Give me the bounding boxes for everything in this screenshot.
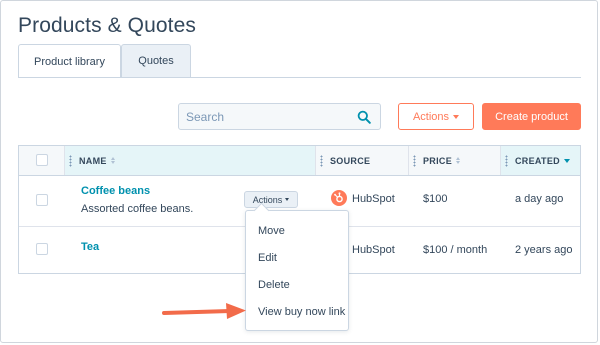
create-product-button[interactable]: Create product <box>482 103 581 130</box>
tab-product-library[interactable]: Product library <box>18 44 121 78</box>
row-checkbox[interactable] <box>36 194 48 206</box>
menu-item-view-buy-now-link[interactable]: View buy now link <box>258 306 345 318</box>
tabs-divider <box>18 77 581 78</box>
page-title: Products & Quotes <box>18 14 196 37</box>
orange-arrow-icon <box>162 303 246 319</box>
table-header: NAME SOURCE PRICE CREATED <box>19 146 580 176</box>
hubspot-logo-icon <box>331 190 347 206</box>
product-created: a day ago <box>515 193 564 205</box>
caret-down-icon <box>453 114 460 119</box>
column-header-created[interactable]: CREATED <box>505 146 570 175</box>
product-price: $100 / month <box>423 244 488 256</box>
menu-item-move[interactable]: Move <box>258 225 285 237</box>
column-divider <box>408 146 409 175</box>
column-divider <box>500 146 501 175</box>
column-header-source[interactable]: SOURCE <box>320 146 370 175</box>
product-created: 2 years ago <box>515 244 573 256</box>
product-price: $100 <box>423 193 448 205</box>
sort-descending-icon <box>563 158 570 163</box>
row-actions-dropdown: Move Edit Delete View buy now link <box>245 202 349 331</box>
drag-handle-icon[interactable] <box>413 154 416 167</box>
row-checkbox[interactable] <box>36 243 48 255</box>
tab-quotes[interactable]: Quotes <box>121 44 191 77</box>
product-source: HubSpot <box>352 244 395 256</box>
drag-handle-icon[interactable] <box>320 154 323 167</box>
product-source: HubSpot <box>352 193 395 205</box>
column-divider <box>315 146 316 175</box>
column-label-source: SOURCE <box>330 155 371 166</box>
sort-icon <box>456 157 461 164</box>
caret-down-icon <box>285 198 290 201</box>
column-divider <box>64 146 65 175</box>
search-box[interactable] <box>178 103 381 130</box>
column-label-created: CREATED <box>515 155 560 166</box>
sort-icon <box>110 157 115 164</box>
select-all-checkbox[interactable] <box>36 154 48 166</box>
column-header-name[interactable]: NAME <box>69 146 115 175</box>
column-label-price: PRICE <box>423 155 453 166</box>
menu-item-edit[interactable]: Edit <box>258 252 277 264</box>
product-name-link[interactable]: Tea <box>81 241 99 253</box>
search-input[interactable] <box>179 104 356 129</box>
menu-item-delete[interactable]: Delete <box>258 279 290 291</box>
column-header-price[interactable]: PRICE <box>413 146 461 175</box>
column-label-name: NAME <box>79 155 107 166</box>
actions-button-label: Actions <box>412 110 450 123</box>
actions-button[interactable]: Actions <box>398 103 474 130</box>
search-icon[interactable] <box>357 110 371 124</box>
row-actions-label: Actions <box>252 194 283 205</box>
product-description: Assorted coffee beans. <box>81 203 194 215</box>
drag-handle-icon[interactable] <box>505 154 508 167</box>
product-name-link[interactable]: Coffee beans <box>81 185 150 197</box>
drag-handle-icon[interactable] <box>69 154 72 167</box>
row-actions-button[interactable]: Actions <box>244 191 298 208</box>
